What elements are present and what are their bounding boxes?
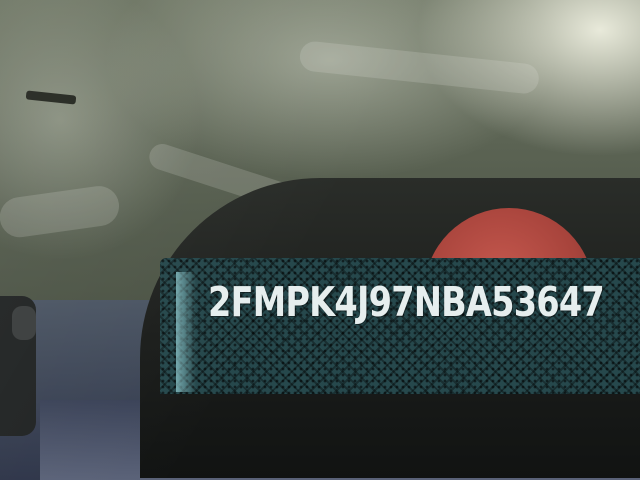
mirror-mount-knob xyxy=(12,306,36,340)
windshield-photo: 2FMPK4J97NBA53647 xyxy=(0,0,640,480)
vin-number: 2FMPK4J97NBA53647 xyxy=(208,278,605,326)
plate-edge-glare xyxy=(176,272,196,392)
